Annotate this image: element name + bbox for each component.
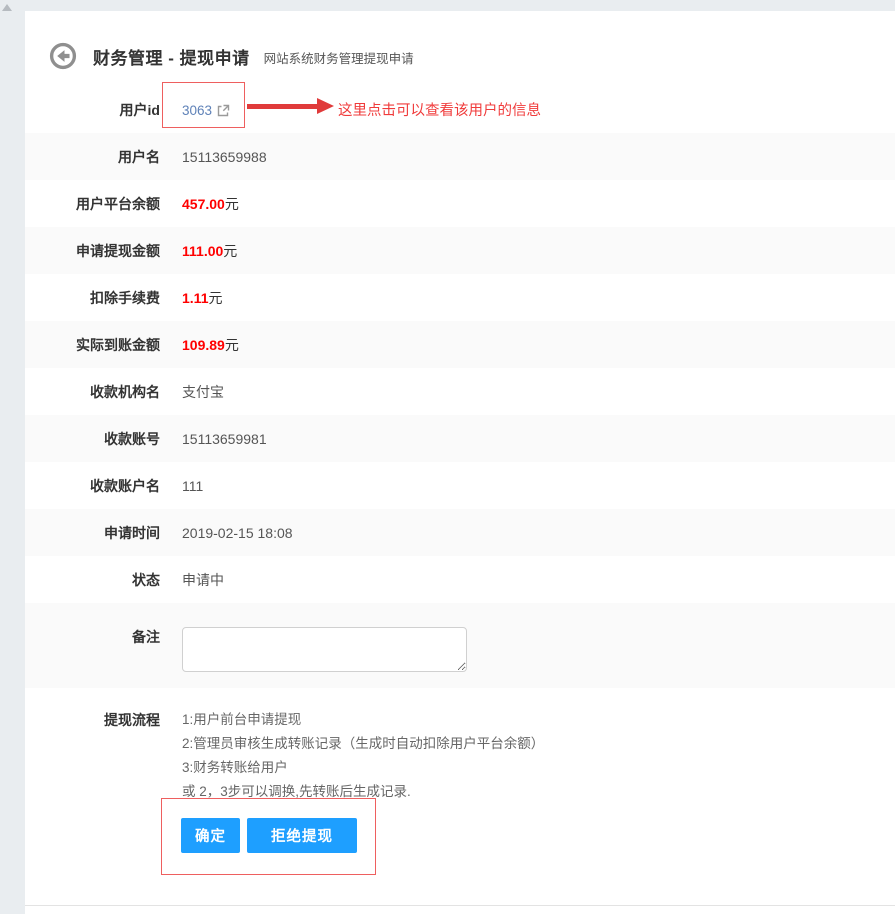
currency-suffix: 元 <box>225 337 239 353</box>
confirm-button[interactable]: 确定 <box>181 818 240 853</box>
form-row-user-id: 用户id 3063 <box>25 86 895 133</box>
field-label: 用户名 <box>25 147 160 167</box>
page-header: 财务管理 - 提现申请 网站系统财务管理提现申请 <box>25 11 895 70</box>
back-button[interactable] <box>49 42 77 70</box>
status-value: 申请中 <box>182 570 224 590</box>
amount-value: 111.00 <box>182 243 223 259</box>
process-step: 1:用户前台申请提现 <box>182 708 544 732</box>
field-label: 提现流程 <box>25 708 160 804</box>
currency-suffix: 元 <box>223 243 237 259</box>
remark-textarea[interactable] <box>182 627 467 672</box>
field-label: 备注 <box>25 627 160 647</box>
form-row-process: 提现流程 1:用户前台申请提现 2:管理员审核生成转账记录（生成时自动扣除用户平… <box>25 708 895 804</box>
form-row-fee: 扣除手续费 1.11元 <box>25 274 895 321</box>
form-row-account-no: 收款账号 15113659981 <box>25 415 895 462</box>
form-row-org-name: 收款机构名 支付宝 <box>25 368 895 415</box>
field-label: 收款账户名 <box>25 476 160 496</box>
field-label: 用户id <box>25 100 160 120</box>
page-subtitle: 网站系统财务管理提现申请 <box>264 45 414 67</box>
scroll-up-arrow-icon[interactable] <box>2 4 12 11</box>
field-value: 2019-02-15 18:08 <box>182 525 293 541</box>
form-row-apply-amount: 申请提现金额 111.00元 <box>25 227 895 274</box>
amount-value: 1.11 <box>182 290 208 306</box>
form-row-remark: 备注 <box>25 603 895 688</box>
form-row-apply-time: 申请时间 2019-02-15 18:08 <box>25 509 895 556</box>
field-label: 扣除手续费 <box>25 288 160 308</box>
field-label: 申请时间 <box>25 523 160 543</box>
currency-suffix: 元 <box>208 290 222 306</box>
process-steps: 1:用户前台申请提现 2:管理员审核生成转账记录（生成时自动扣除用户平台余额） … <box>182 708 544 804</box>
form-row-balance: 用户平台余额 457.00元 <box>25 180 895 227</box>
field-label: 收款机构名 <box>25 382 160 402</box>
field-value: 15113659981 <box>182 431 267 447</box>
field-label: 收款账号 <box>25 429 160 449</box>
process-step: 或 2，3步可以调换,先转账后生成记录. <box>182 780 544 804</box>
field-value: 支付宝 <box>182 382 224 402</box>
field-value: 15113659988 <box>182 149 267 165</box>
form-row-status: 状态 申请中 <box>25 556 895 603</box>
page-title: 财务管理 - 提现申请 <box>93 44 250 69</box>
amount-value: 457.00 <box>182 196 225 212</box>
action-buttons: 确定 拒绝提现 <box>181 818 895 853</box>
back-arrow-icon <box>52 45 75 68</box>
field-label: 实际到账金额 <box>25 335 160 355</box>
field-value: 111 <box>182 478 203 494</box>
field-label: 状态 <box>25 570 160 590</box>
amount-value: 109.89 <box>182 337 225 353</box>
form-row-account-name: 收款账户名 111 <box>25 462 895 509</box>
field-label: 申请提现金额 <box>25 241 160 261</box>
currency-suffix: 元 <box>225 196 239 212</box>
form: 用户id 3063 用户名 15113659988 用户平台余额 457.00元… <box>25 86 895 853</box>
reject-withdraw-button[interactable]: 拒绝提现 <box>247 818 357 853</box>
process-step: 3:财务转账给用户 <box>182 756 544 780</box>
form-row-username: 用户名 15113659988 <box>25 133 895 180</box>
left-scrollbar-gutter <box>0 0 25 914</box>
external-link-icon <box>217 104 230 117</box>
form-row-actual-amount: 实际到账金额 109.89元 <box>25 321 895 368</box>
page-top-gutter <box>0 0 895 11</box>
process-step: 2:管理员审核生成转账记录（生成时自动扣除用户平台余额） <box>182 732 544 756</box>
user-id-link[interactable]: 3063 <box>182 103 230 118</box>
field-label: 用户平台余额 <box>25 194 160 214</box>
content-card: 财务管理 - 提现申请 网站系统财务管理提现申请 用户id 3063 用户名 1… <box>25 11 895 906</box>
